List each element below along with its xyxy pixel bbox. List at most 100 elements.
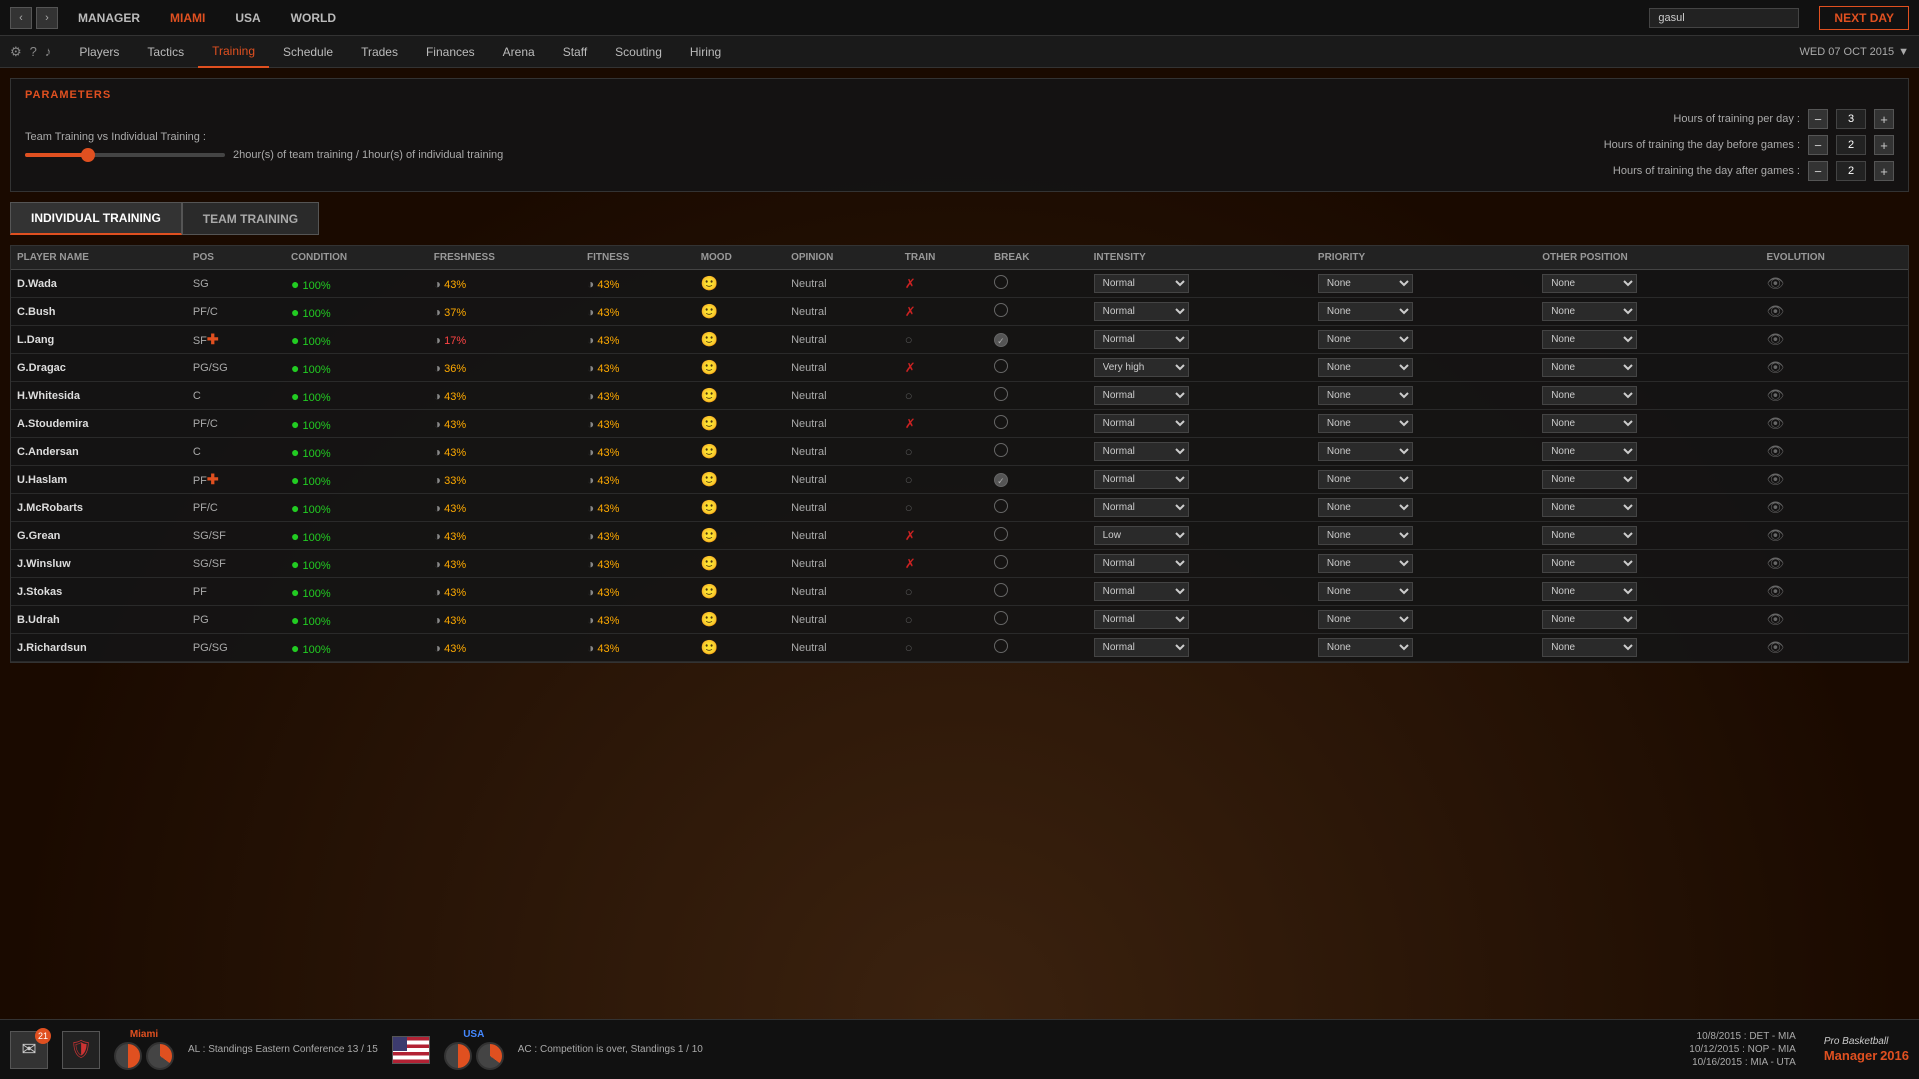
priority-select[interactable]: NoneShootingDefenseFitnessPassing (1318, 554, 1413, 573)
player-name[interactable]: J.Richardsun (17, 642, 87, 654)
training-table-container[interactable]: PLAYER NAME POS CONDITION FRESHNESS FITN… (10, 245, 1909, 663)
other-pos-select[interactable]: NonePGSGSFPFC (1542, 554, 1637, 573)
player-name[interactable]: J.McRobarts (17, 502, 83, 514)
hours-before-decrease[interactable]: − (1808, 135, 1828, 155)
break-cell[interactable] (988, 354, 1088, 382)
other-pos-select[interactable]: NonePGSGSFPFC (1542, 526, 1637, 545)
eye-icon[interactable]: 👁 (1766, 499, 1784, 515)
intensity-select[interactable]: NormalLowHighVery highVery low (1094, 610, 1189, 629)
intensity-select[interactable]: NormalLowHighVery highVery low (1094, 526, 1189, 545)
tab-training[interactable]: Training (198, 36, 269, 68)
tab-finances[interactable]: Finances (412, 36, 489, 68)
tab-hiring[interactable]: Hiring (676, 36, 735, 68)
priority-select[interactable]: NoneShootingDefenseFitnessPassing (1318, 274, 1413, 293)
break-cell[interactable] (988, 494, 1088, 522)
priority-select[interactable]: NoneShootingDefenseFitnessPassing (1318, 470, 1413, 489)
hours-before-increase[interactable]: + (1874, 135, 1894, 155)
individual-training-tab[interactable]: INDIVIDUAL TRAINING (10, 202, 182, 235)
tab-scouting[interactable]: Scouting (601, 36, 676, 68)
break-cell[interactable] (988, 298, 1088, 326)
tab-players[interactable]: Players (65, 36, 133, 68)
settings-icon[interactable]: ⚙ (10, 44, 22, 60)
help-icon[interactable]: ? (30, 44, 37, 60)
priority-select[interactable]: NoneShootingDefenseFitnessPassing (1318, 442, 1413, 461)
intensity-select[interactable]: NormalLowHighVery highVery low (1094, 358, 1189, 377)
tab-schedule[interactable]: Schedule (269, 36, 347, 68)
eye-icon[interactable]: 👁 (1766, 583, 1784, 599)
player-name[interactable]: G.Dragac (17, 362, 66, 374)
break-cell[interactable]: ✓ (988, 326, 1088, 354)
other-pos-select[interactable]: NonePGSGSFPFC (1542, 470, 1637, 489)
train-cell[interactable]: ○ (899, 466, 988, 494)
player-name[interactable]: D.Wada (17, 278, 57, 290)
intensity-select[interactable]: NormalLowHighVery highVery low (1094, 554, 1189, 573)
train-cell[interactable]: ○ (899, 606, 988, 634)
hours-after-increase[interactable]: + (1874, 161, 1894, 181)
nav-world[interactable]: WORLD (291, 11, 336, 25)
intensity-select[interactable]: NormalLowHighVery highVery low (1094, 414, 1189, 433)
other-pos-select[interactable]: NonePGSGSFPFC (1542, 414, 1637, 433)
priority-select[interactable]: NoneShootingDefenseFitnessPassing (1318, 358, 1413, 377)
hours-per-day-decrease[interactable]: − (1808, 109, 1828, 129)
player-name[interactable]: U.Haslam (17, 474, 67, 486)
intensity-select[interactable]: NormalLowHighVery highVery low (1094, 442, 1189, 461)
break-cell[interactable] (988, 522, 1088, 550)
train-cell[interactable]: ✗ (899, 522, 988, 550)
train-cell[interactable]: ○ (899, 382, 988, 410)
break-cell[interactable] (988, 578, 1088, 606)
break-cell[interactable] (988, 438, 1088, 466)
priority-select[interactable]: NoneShootingDefenseFitnessPassing (1318, 386, 1413, 405)
train-cell[interactable]: ○ (899, 494, 988, 522)
player-name[interactable]: H.Whitesida (17, 390, 80, 402)
break-cell[interactable] (988, 270, 1088, 298)
other-pos-select[interactable]: NonePGSGSFPFC (1542, 498, 1637, 517)
other-pos-select[interactable]: NonePGSGSFPFC (1542, 386, 1637, 405)
break-cell[interactable] (988, 634, 1088, 662)
slider-track[interactable] (25, 153, 225, 157)
train-cell[interactable]: ○ (899, 438, 988, 466)
priority-select[interactable]: NoneShootingDefenseFitnessPassing (1318, 526, 1413, 545)
hours-per-day-increase[interactable]: + (1874, 109, 1894, 129)
player-name[interactable]: J.Stokas (17, 586, 62, 598)
other-pos-select[interactable]: NonePGSGSFPFC (1542, 582, 1637, 601)
priority-select[interactable]: NoneShootingDefenseFitnessPassing (1318, 610, 1413, 629)
eye-icon[interactable]: 👁 (1766, 331, 1784, 347)
nav-back-button[interactable]: ‹ (10, 7, 32, 29)
nav-forward-button[interactable]: › (36, 7, 58, 29)
player-name[interactable]: C.Bush (17, 306, 56, 318)
eye-icon[interactable]: 👁 (1766, 303, 1784, 319)
priority-select[interactable]: NoneShootingDefenseFitnessPassing (1318, 330, 1413, 349)
break-cell[interactable] (988, 606, 1088, 634)
other-pos-select[interactable]: NonePGSGSFPFC (1542, 358, 1637, 377)
other-pos-select[interactable]: NonePGSGSFPFC (1542, 330, 1637, 349)
break-cell[interactable] (988, 382, 1088, 410)
intensity-select[interactable]: NormalLowHighVery highVery low (1094, 302, 1189, 321)
team-training-tab[interactable]: TEAM TRAINING (182, 202, 319, 235)
shield-icon[interactable]: 🛡 (62, 1031, 100, 1069)
intensity-select[interactable]: NormalLowHighVery highVery low (1094, 638, 1189, 657)
other-pos-select[interactable]: NonePGSGSFPFC (1542, 442, 1637, 461)
nav-manager[interactable]: MANAGER (78, 11, 140, 25)
tab-tactics[interactable]: Tactics (133, 36, 198, 68)
other-pos-select[interactable]: NonePGSGSFPFC (1542, 610, 1637, 629)
player-name[interactable]: J.Winsluw (17, 558, 71, 570)
intensity-select[interactable]: NormalLowHighVery highVery low (1094, 582, 1189, 601)
intensity-select[interactable]: NormalLowHighVery highVery low (1094, 386, 1189, 405)
priority-select[interactable]: NoneShootingDefenseFitnessPassing (1318, 582, 1413, 601)
train-cell[interactable]: ○ (899, 326, 988, 354)
train-cell[interactable]: ✗ (899, 550, 988, 578)
priority-select[interactable]: NoneShootingDefenseFitnessPassing (1318, 414, 1413, 433)
break-cell[interactable]: ✓ (988, 466, 1088, 494)
player-name[interactable]: G.Grean (17, 530, 60, 542)
eye-icon[interactable]: 👁 (1766, 555, 1784, 571)
mail-button[interactable]: ✉ 21 (10, 1031, 48, 1069)
tab-staff[interactable]: Staff (549, 36, 601, 68)
intensity-select[interactable]: NormalLowHighVery highVery low (1094, 330, 1189, 349)
break-cell[interactable] (988, 410, 1088, 438)
intensity-select[interactable]: NormalLowHighVery highVery low (1094, 498, 1189, 517)
train-cell[interactable]: ✗ (899, 410, 988, 438)
nav-miami[interactable]: MIAMI (170, 11, 205, 25)
player-name[interactable]: C.Andersan (17, 446, 79, 458)
intensity-select[interactable]: NormalLowHighVery highVery low (1094, 274, 1189, 293)
eye-icon[interactable]: 👁 (1766, 359, 1784, 375)
